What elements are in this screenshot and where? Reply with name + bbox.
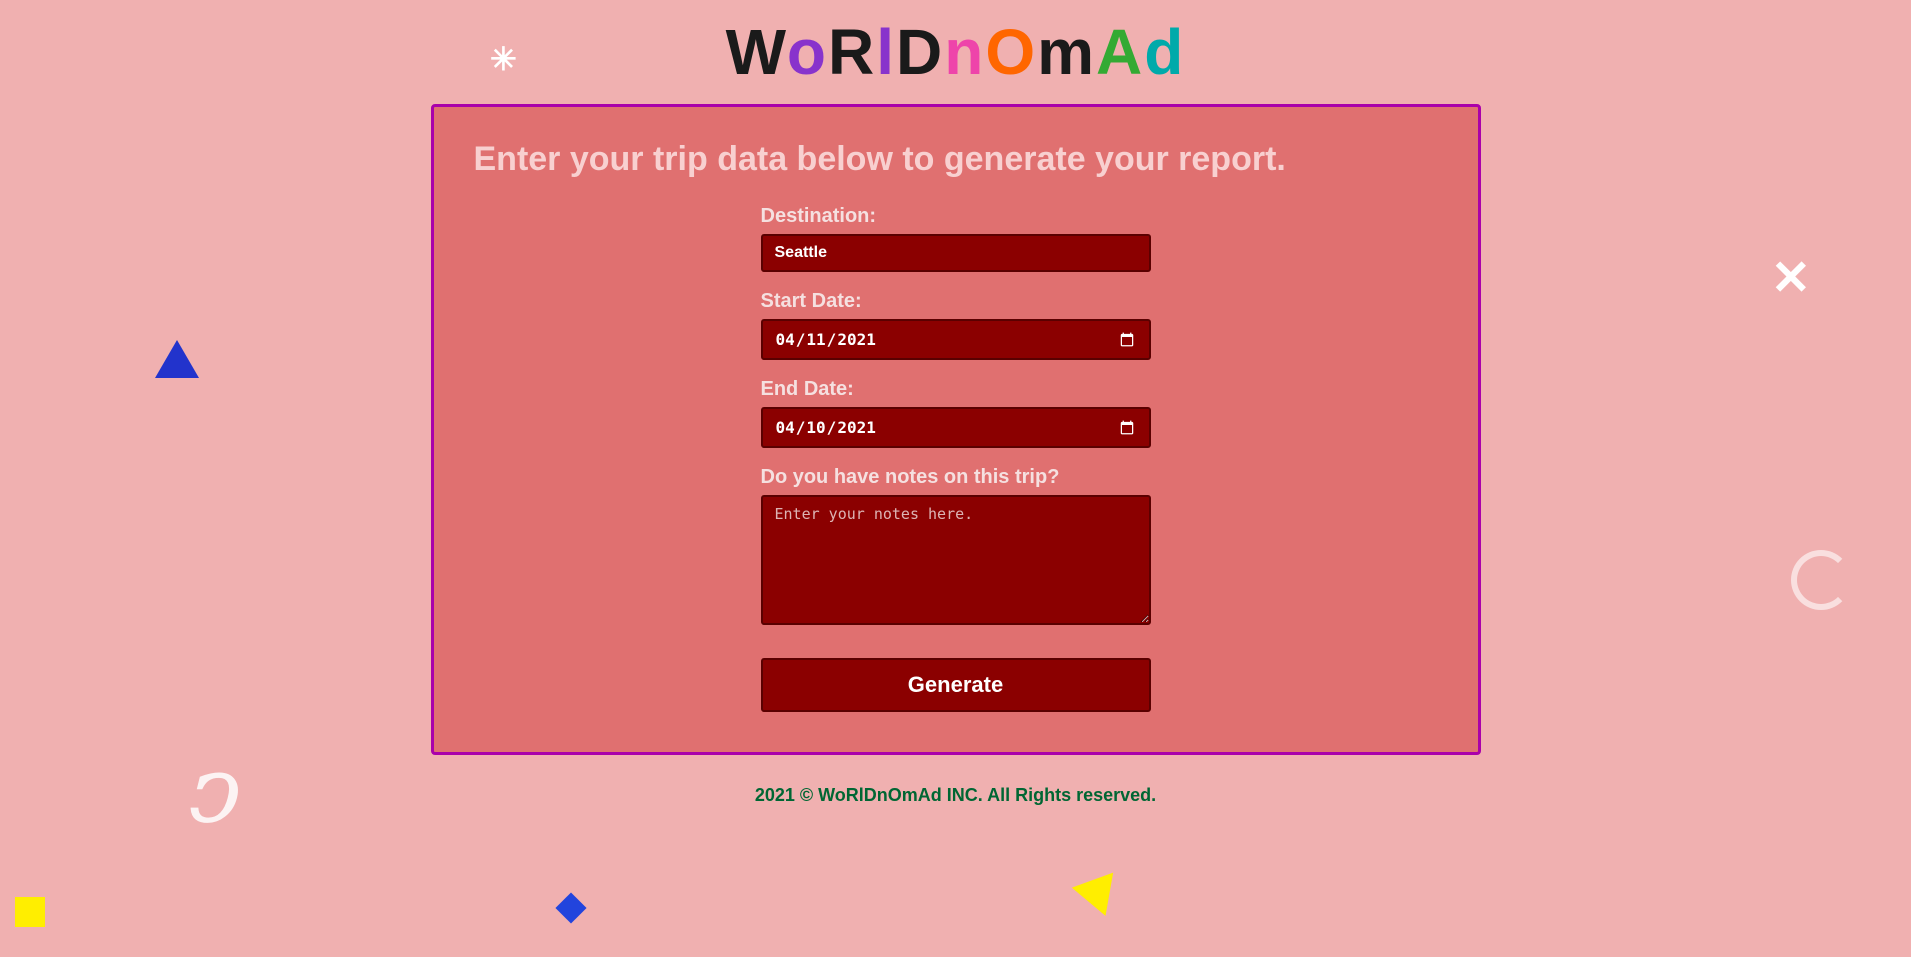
start-date-label: Start Date: [761, 290, 1151, 313]
end-date-input[interactable] [761, 407, 1151, 448]
x-decoration-right: ✕ [1771, 250, 1811, 306]
main-form-card: Enter your trip data below to generate y… [431, 104, 1481, 755]
card-heading: Enter your trip data below to generate y… [474, 137, 1438, 181]
title-letter-w: W [726, 16, 787, 88]
generate-button[interactable]: Generate [761, 658, 1151, 712]
triangle-yellow-right [1072, 873, 1126, 924]
title-letter-o2: O [985, 16, 1037, 88]
notes-field-group: Do you have notes on this trip? [761, 466, 1151, 630]
start-date-input[interactable] [761, 319, 1151, 360]
title-letter-m: m [1037, 16, 1096, 88]
destination-input[interactable] [761, 234, 1151, 272]
destination-label: Destination: [761, 205, 1151, 228]
end-date-label: End Date: [761, 378, 1151, 401]
footer-text: 2021 © WoRlDnOmAd INC. All Rights reserv… [755, 785, 1156, 805]
title-letter-d2: d [1144, 16, 1185, 88]
form-section: Destination: Start Date: End Date: Do yo… [474, 205, 1438, 712]
triangle-blue-left [155, 340, 199, 378]
title-letter-d: D [896, 16, 944, 88]
title-letter-r: R [828, 16, 876, 88]
title-letter-n: n [944, 16, 985, 88]
square-yellow-decoration [15, 897, 45, 927]
notes-textarea[interactable] [761, 495, 1151, 625]
app-footer: 2021 © WoRlDnOmAd INC. All Rights reserv… [0, 775, 1911, 826]
app-header: WoRlDnOmAd [0, 0, 1911, 94]
title-letter-l: l [876, 16, 896, 88]
end-date-field-group: End Date: [761, 378, 1151, 448]
app-title: WoRlDnOmAd [0, 20, 1911, 84]
title-letter-o: o [787, 16, 828, 88]
start-date-field-group: Start Date: [761, 290, 1151, 360]
arc-decoration-right [1791, 550, 1851, 610]
diamond-blue-decoration [555, 892, 586, 923]
notes-label: Do you have notes on this trip? [761, 466, 1151, 489]
title-letter-a: A [1096, 16, 1144, 88]
destination-field-group: Destination: [761, 205, 1151, 272]
